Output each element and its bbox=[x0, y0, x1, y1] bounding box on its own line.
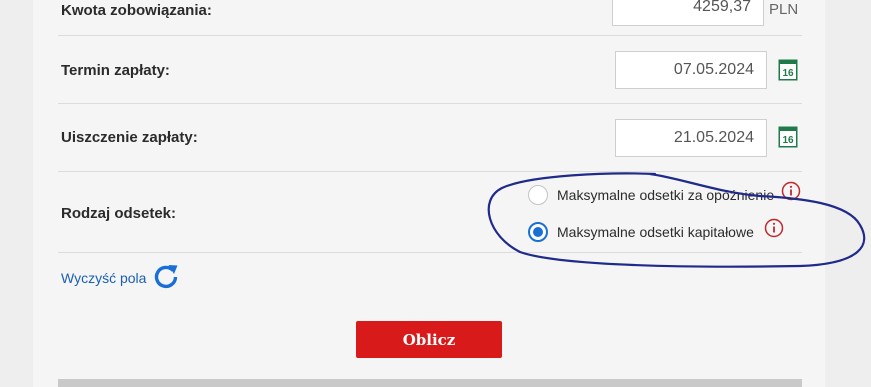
radio-option-capital-interest[interactable]: Maksymalne odsetki kapitałowe bbox=[528, 222, 754, 242]
refresh-icon[interactable] bbox=[152, 262, 180, 290]
amount-label: Kwota zobowiązania: bbox=[61, 2, 212, 19]
due-date-input[interactable] bbox=[615, 51, 767, 89]
svg-text:16: 16 bbox=[782, 68, 794, 79]
radio-label: Maksymalne odsetki za opóźnienie bbox=[557, 187, 775, 203]
clear-fields-link[interactable]: Wyczyść pola bbox=[61, 270, 146, 286]
divider bbox=[58, 35, 802, 36]
radio-button-selected[interactable] bbox=[528, 222, 548, 242]
interest-type-label: Rodzaj odsetek: bbox=[61, 205, 177, 222]
bottom-bar bbox=[58, 379, 802, 387]
info-icon[interactable] bbox=[764, 218, 784, 238]
divider bbox=[58, 252, 802, 253]
divider bbox=[58, 103, 802, 104]
divider bbox=[58, 171, 802, 172]
due-date-label: Termin zapłaty: bbox=[61, 62, 170, 79]
calendar-icon[interactable]: 16 bbox=[778, 59, 798, 81]
payment-date-input[interactable] bbox=[615, 119, 767, 157]
radio-label: Maksymalne odsetki kapitałowe bbox=[557, 224, 754, 240]
calendar-icon[interactable]: 16 bbox=[778, 126, 798, 148]
payment-date-label: Uiszczenie zapłaty: bbox=[61, 129, 198, 146]
radio-option-delay-interest[interactable]: Maksymalne odsetki za opóźnienie bbox=[528, 185, 774, 205]
amount-input[interactable] bbox=[612, 0, 764, 26]
info-icon[interactable] bbox=[781, 181, 801, 201]
svg-text:16: 16 bbox=[782, 135, 794, 146]
amount-unit: PLN bbox=[769, 1, 799, 18]
radio-button[interactable] bbox=[528, 185, 548, 205]
calculate-button[interactable]: Oblicz bbox=[356, 321, 502, 358]
